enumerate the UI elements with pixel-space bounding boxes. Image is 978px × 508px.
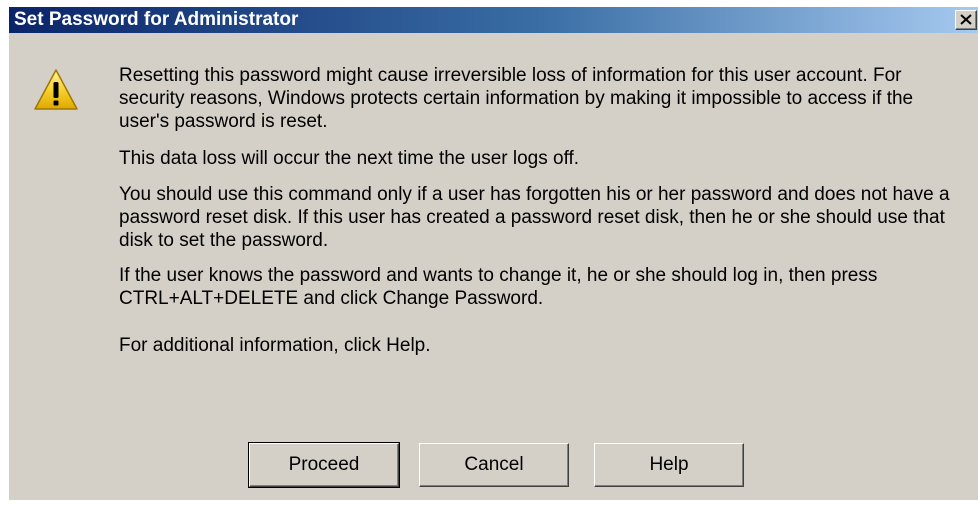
dialog-title: Set Password for Administrator — [14, 9, 299, 30]
help-button[interactable]: Help — [594, 443, 744, 487]
cancel-button[interactable]: Cancel — [419, 443, 569, 487]
message-paragraph-data-loss-warning: Resetting this password might cause irre… — [119, 65, 914, 132]
warning-icon — [33, 67, 79, 113]
proceed-button[interactable]: Proceed — [248, 442, 400, 488]
close-icon — [960, 13, 972, 28]
close-button[interactable] — [955, 10, 977, 30]
message-paragraph-change-password: If the user knows the password and wants… — [119, 265, 878, 309]
dialog-window: Set Password for Administrator Resetting… — [8, 6, 978, 500]
message-paragraph-usage: You should use this command only if a us… — [119, 184, 950, 251]
message-body: Resetting this password might cause irre… — [119, 64, 964, 357]
message-paragraph-logoff: This data loss will occur the next time … — [119, 148, 580, 169]
message-paragraph-help: For additional information, click Help. — [119, 335, 431, 356]
title-bar[interactable]: Set Password for Administrator — [9, 7, 978, 33]
